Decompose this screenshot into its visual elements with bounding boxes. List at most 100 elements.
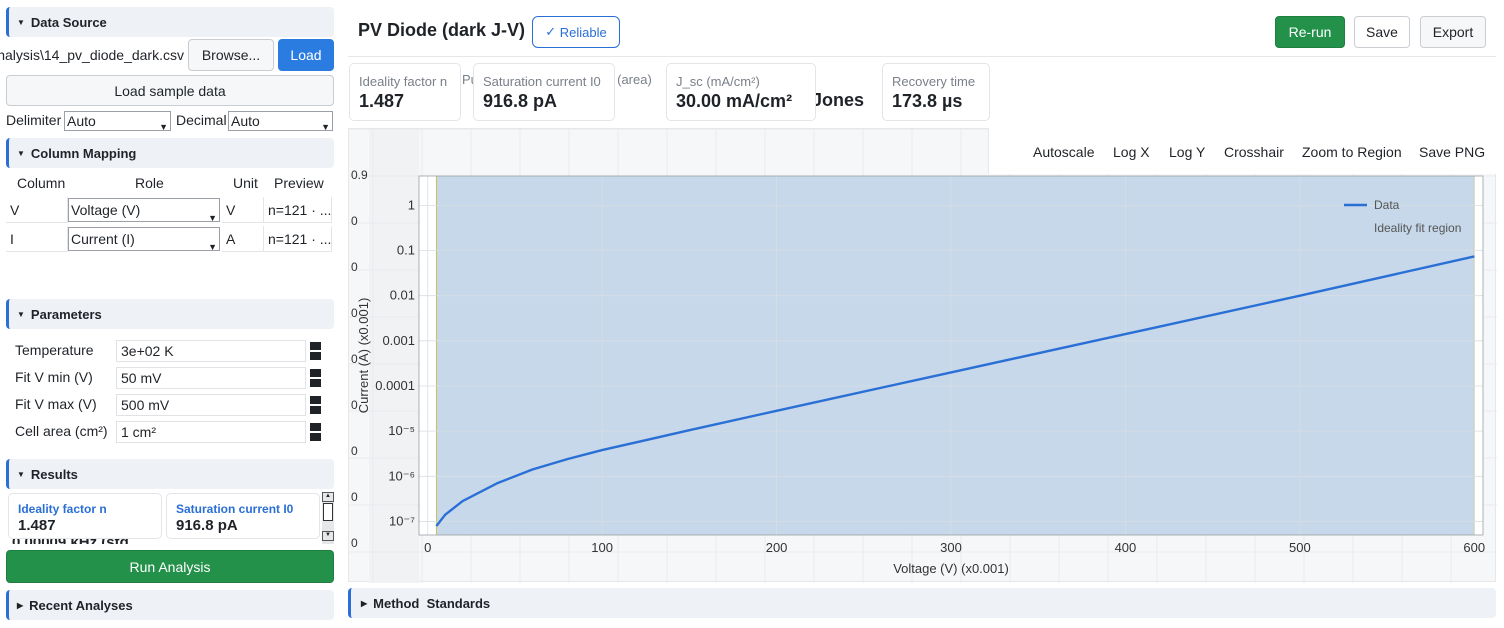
role-value: Current (I) (71, 231, 135, 247)
expand-icon: ▶ (17, 600, 24, 610)
scroll-down-icon[interactable]: ▼ (322, 531, 334, 541)
mapping-column-v: V (6, 197, 68, 223)
dropdown-arrow-icon: ▼ (208, 242, 217, 252)
result-card: Saturation current I0 916.8 pA (166, 493, 320, 539)
mapping-unit-v[interactable]: V (222, 197, 264, 223)
param-label: Fit V min (V) (15, 369, 93, 385)
x-tick-label: 300 (940, 540, 962, 555)
mapping-unit-i[interactable]: A (222, 226, 264, 252)
col-header-preview: Preview (274, 175, 324, 191)
plot-area[interactable]: 0.9 0 0 0 0 0 0 0 0 0 100 200 300 400 500 600 1 0.1 0.01 0.… (348, 128, 1497, 583)
x-tick-label: 200 (766, 540, 788, 555)
result-value: 916.8 pA (176, 517, 238, 534)
dropdown-arrow-icon: ▼ (321, 122, 330, 132)
scroll-thumb[interactable] (323, 503, 333, 521)
y-tick-label: 0.01 (390, 288, 415, 303)
log-y-button[interactable]: Log Y (1169, 144, 1205, 160)
role-select-v[interactable]: Voltage (V) ▼ (68, 198, 220, 223)
x-tick-label: 600 (1463, 540, 1485, 555)
x-tick-label: 100 (591, 540, 613, 555)
x-tick-label: 0 (424, 540, 431, 555)
section-title: Parameters (30, 306, 102, 322)
delimiter-select[interactable]: Auto ▼ (64, 111, 171, 132)
decimal-value: Auto (231, 113, 260, 129)
parameters-header[interactable]: ▼ Parameters (6, 299, 334, 329)
metric-label: Saturation current I0 (483, 74, 601, 89)
crosshair-button[interactable]: Crosshair (1224, 144, 1284, 160)
spinner-icon[interactable] (310, 396, 322, 416)
section-title: Recent Analyses (29, 597, 133, 613)
metric-label: Ideality factor n (359, 74, 448, 89)
result-label: Ideality factor n (18, 502, 107, 516)
export-button[interactable]: Export (1420, 16, 1486, 48)
chart-svg[interactable]: 0.900000000 0 100 200 300 400 500 60010.10.010.… (349, 128, 1497, 583)
section-title: Method Standards (373, 595, 491, 611)
param-label: Temperature (15, 342, 94, 358)
load-sample-button[interactable]: Load sample data (6, 75, 334, 106)
mapping-preview-i: n=121 · ... (264, 226, 332, 252)
x-tick-label: 400 (1115, 540, 1137, 555)
file-path-input[interactable]: C:\analysis\14_pv_diode_dark.csv (0, 40, 184, 70)
strip-tick-label: 0 (351, 490, 358, 504)
results-header[interactable]: ▼ Results (6, 459, 334, 489)
metric-value: 173.8 µs (892, 91, 963, 111)
temperature-input[interactable]: 3e+02 K (116, 340, 306, 362)
zoom-region-button[interactable]: Zoom to Region (1302, 144, 1402, 160)
metric-value: 916.8 pA (483, 91, 558, 111)
param-label: Fit V max (V) (15, 396, 97, 412)
metric-label: J_sc (mA/cm²) (676, 74, 760, 89)
page-title: PV Diode (dark J-V) (358, 20, 526, 40)
check-icon: ✓ (545, 24, 560, 39)
load-button[interactable]: Load (278, 39, 334, 71)
result-card: Ideality factor n 1.487 (8, 493, 162, 539)
metric-label: Recovery time (892, 74, 976, 89)
decimal-select[interactable]: Auto ▼ (228, 111, 333, 132)
y-tick-label: 0.1 (397, 243, 415, 258)
fit-vmin-input[interactable]: 50 mV (116, 367, 306, 389)
x-tick-label: 500 (1289, 540, 1311, 555)
collapse-icon: ▼ (17, 469, 25, 479)
metric-fragment: Jones (812, 90, 865, 110)
strip-tick-label: 0 (351, 536, 358, 550)
strip-tick-label: 0.9 (351, 168, 368, 182)
legend-fit-region-label: Ideality fit region (1374, 221, 1461, 235)
column-mapping-header[interactable]: ▼ Column Mapping (6, 138, 334, 168)
y-axis-label: Current (A) (x0.001) (356, 298, 371, 414)
mapping-column-i: I (6, 226, 68, 252)
col-header-column: Column (17, 175, 66, 191)
header-divider (348, 56, 1496, 57)
save-button[interactable]: Save (1354, 16, 1410, 48)
rerun-button[interactable]: Re-run (1275, 16, 1345, 48)
metric-card: Saturation current I0 916.8 pA (473, 63, 615, 121)
log-x-button[interactable]: Log X (1113, 144, 1150, 160)
section-title: Results (30, 466, 78, 482)
fit-vmax-input[interactable]: 500 mV (116, 394, 306, 416)
dropdown-arrow-icon: ▼ (208, 213, 217, 223)
browse-button[interactable]: Browse... (188, 39, 274, 71)
spinner-icon[interactable] (310, 423, 322, 443)
role-select-i[interactable]: Current (I) ▼ (68, 227, 220, 252)
recent-analyses-header[interactable]: ▶ Recent Analyses (6, 590, 334, 620)
result-value: 1.487 (18, 517, 56, 534)
expand-icon: ▶ (361, 598, 368, 608)
autoscale-button[interactable]: Autoscale (1033, 144, 1094, 160)
cell-area-input[interactable]: 1 cm² (116, 421, 306, 443)
reliable-badge[interactable]: ✓ Reliable (532, 16, 620, 48)
badge-label: Reliable (559, 24, 607, 40)
scroll-up-icon[interactable]: ▲ (322, 492, 334, 502)
col-header-unit: Unit (233, 175, 258, 191)
spinner-icon[interactable] (310, 342, 322, 362)
method-standards-header[interactable]: ▶ Method Standards (348, 588, 1496, 618)
decimal-label: Decimal (176, 112, 227, 128)
mapping-preview-v: n=121 · ... (264, 197, 332, 223)
data-source-header[interactable]: ▼ Data Source (6, 7, 334, 37)
dropdown-arrow-icon: ▼ (159, 122, 168, 132)
save-png-button[interactable]: Save PNG (1419, 144, 1485, 160)
spinner-icon[interactable] (310, 369, 322, 389)
results-scrollbar[interactable]: ▲ ▼ (322, 492, 334, 544)
run-analysis-button[interactable]: Run Analysis (6, 550, 334, 583)
delimiter-value: Auto (67, 113, 96, 129)
y-tick-label: 10⁻⁶ (388, 468, 415, 483)
x-axis-label: Voltage (V) (x0.001) (893, 561, 1009, 576)
left-panel: ▼ Data Source C:\analysis\14_pv_diode_dar… (0, 0, 340, 628)
